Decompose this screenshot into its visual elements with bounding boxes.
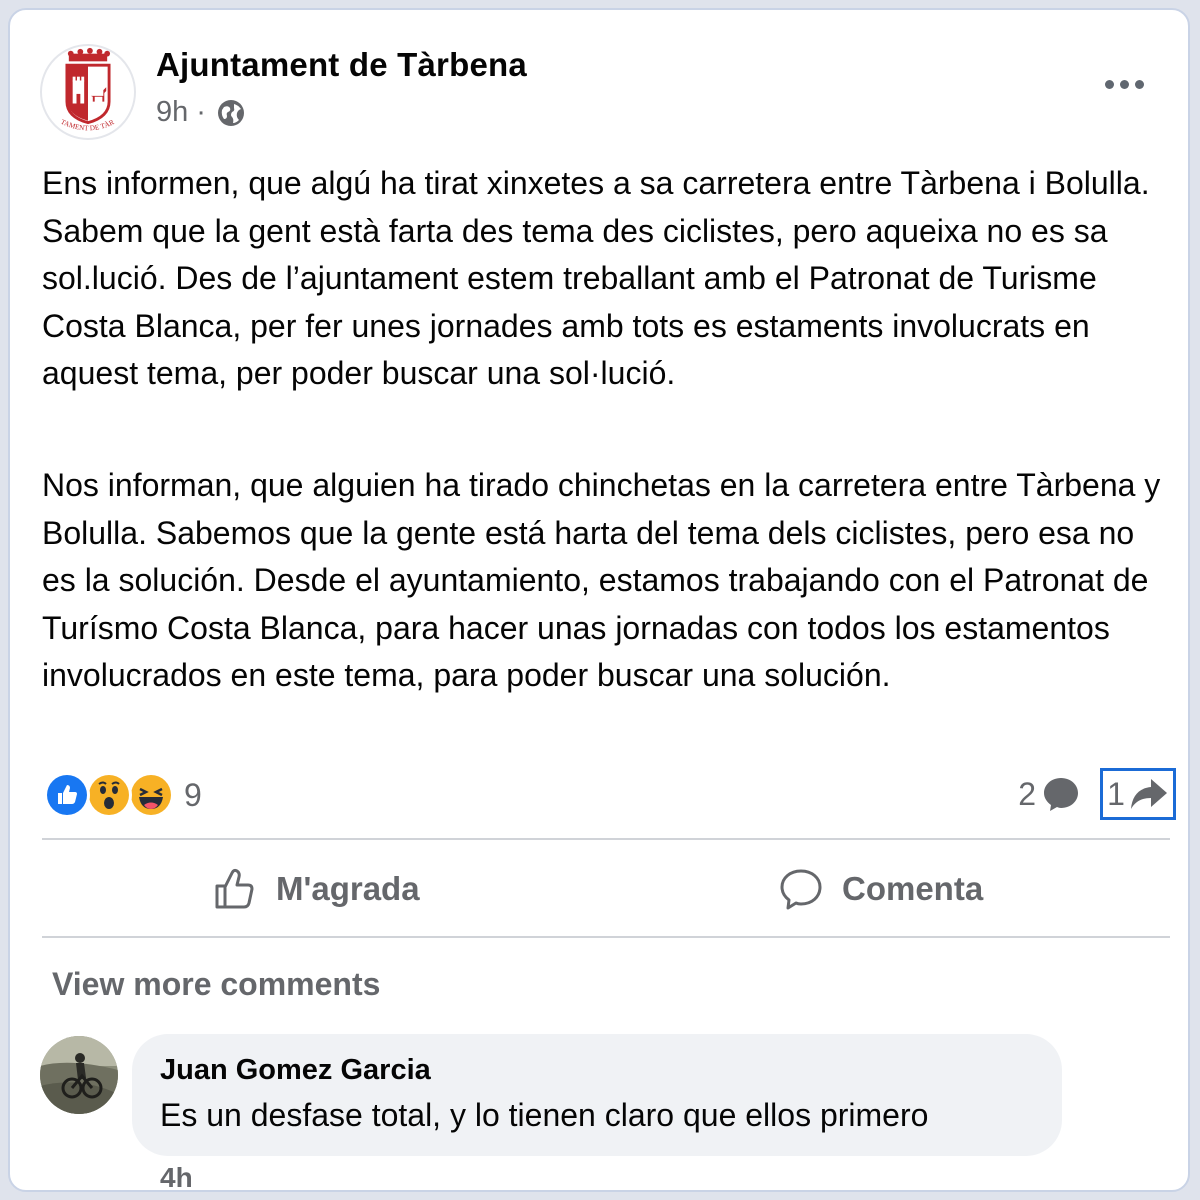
comment-bubble: Juan Gomez Garcia Es un desfase total, y… [132, 1034, 1062, 1156]
thumbs-up-icon [215, 868, 254, 909]
meta-separator: · [196, 96, 206, 128]
comment-icon [780, 869, 822, 910]
post-meta: 9h · [156, 96, 246, 129]
comment-author[interactable]: Juan Gomez Garcia [160, 1054, 1034, 1087]
divider [42, 936, 1170, 938]
shares-count-link[interactable]: 1 [1100, 768, 1176, 820]
coat-of-arms-icon: AJUNTAMENT DE TÀRBENA [39, 40, 115, 132]
cyclist-photo-icon [40, 1036, 118, 1114]
comment-label: Comenta [842, 870, 984, 907]
like-label: M'agrada [276, 870, 420, 907]
avatar[interactable] [40, 1036, 118, 1114]
engagement-counts: 2 1 [1018, 766, 1176, 822]
dot-icon [1134, 79, 1144, 89]
like-icon [44, 772, 90, 818]
page-name-link[interactable]: Ajuntament de Tàrbena [156, 46, 527, 84]
globe-icon[interactable] [216, 98, 246, 128]
comment-text: Es un desfase total, y lo tienen claro q… [160, 1097, 929, 1133]
post-text-catalan: Ens informen, que algú ha tirat xinxetes… [42, 165, 1150, 391]
reactions-count: 9 [184, 776, 202, 813]
comment-bubble-icon [1044, 778, 1078, 811]
like-button[interactable]: M'agrada [212, 858, 420, 920]
share-arrow-icon [1130, 779, 1167, 809]
shares-count: 1 [1107, 775, 1125, 812]
post-text-spanish: Nos informan, que alguien ha tirado chin… [42, 467, 1161, 693]
haha-icon [128, 772, 174, 818]
divider [42, 838, 1170, 840]
dot-icon [1104, 79, 1114, 89]
post-time[interactable]: 9h [156, 96, 188, 129]
reactions-summary[interactable]: 9 [44, 772, 202, 818]
post-card: AJUNTAMENT DE TÀRBENA Ajuntament de Tàrb… [8, 8, 1190, 1192]
wow-icon [86, 772, 132, 818]
comment-time[interactable]: 4h [160, 1162, 193, 1190]
view-more-comments-link[interactable]: View more comments [52, 966, 380, 1003]
comments-count-link[interactable]: 2 [1018, 775, 1080, 813]
page-logo[interactable]: AJUNTAMENT DE TÀRBENA [39, 40, 136, 140]
comments-count: 2 [1018, 775, 1036, 812]
comment-button[interactable]: Comenta [778, 858, 983, 920]
more-options-button[interactable] [1102, 72, 1146, 96]
dot-icon [1119, 79, 1129, 89]
